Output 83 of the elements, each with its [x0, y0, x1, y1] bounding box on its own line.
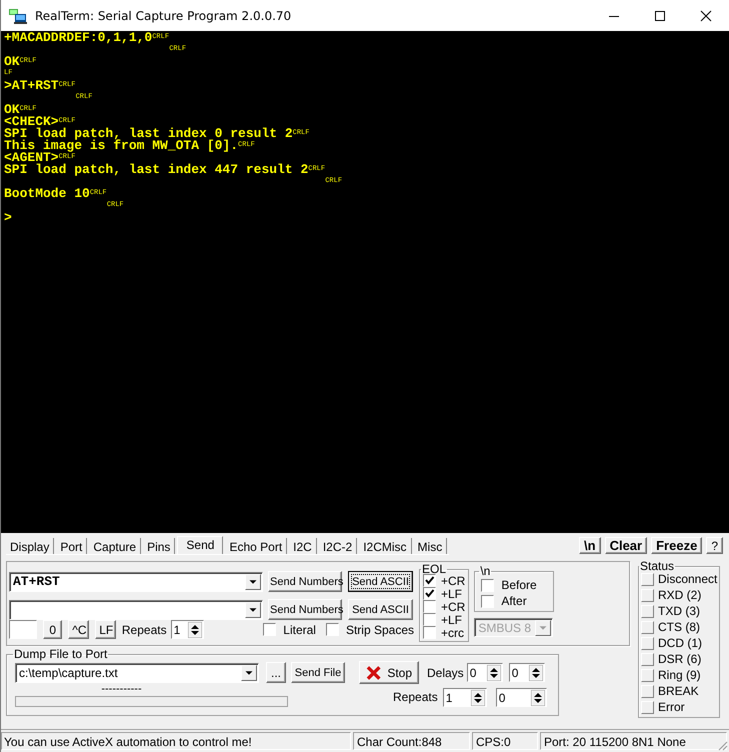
checkbox-label: After [501, 594, 527, 608]
key-button[interactable]: ^C [68, 620, 90, 639]
checkbox[interactable] [326, 623, 339, 636]
status-label: DCD (1) [658, 636, 702, 650]
checkbox[interactable] [423, 626, 436, 639]
checkbox-label: Before [501, 578, 537, 592]
window-title: RealTerm: Serial Capture Program 2.0.0.70 [35, 8, 292, 22]
delays-label: Delays [427, 666, 464, 680]
terminal-line: OK [4, 104, 20, 116]
checkbox-label: +LF [441, 612, 462, 626]
status-text: You can use ActiveX automation to control me! [1, 732, 351, 750]
terminal-line: +MACADDRDEF:0,1,1,0 [4, 32, 152, 44]
browse-button[interactable]: ... [266, 662, 286, 683]
checkbox-label: +crc [441, 626, 464, 640]
checkbox[interactable] [263, 623, 276, 636]
send-file-button[interactable]: Send File [291, 662, 345, 683]
resize-grip-icon[interactable] [716, 739, 728, 751]
spinner-arrows-icon[interactable] [188, 622, 202, 638]
checkbox[interactable] [481, 594, 494, 608]
send-button[interactable]: Send ASCII [348, 571, 413, 592]
status-label: CTS (8) [658, 620, 700, 634]
cross-icon [366, 664, 382, 680]
spin-field[interactable]: 1 [442, 688, 487, 707]
toolbar-button[interactable]: \n [579, 537, 601, 554]
group-title: \n [479, 566, 492, 576]
terminal-line: OK [4, 56, 20, 68]
send-text-field[interactable]: AT+RST [9, 572, 263, 592]
checkbox[interactable] [423, 613, 436, 626]
spin-field[interactable]: 1 [170, 620, 204, 639]
terminal-line: > [4, 212, 12, 224]
status-label: Ring (9) [658, 668, 701, 682]
stop-button[interactable]: Stop [359, 661, 419, 684]
terminal-line: BootMode 10 [4, 188, 90, 200]
terminal-line: <AGENT> [4, 152, 59, 164]
file-path-field[interactable]: c:\temp\capture.txt [15, 662, 259, 682]
maximize-icon[interactable] [654, 10, 666, 22]
checkbox-label: Strip Spaces [346, 622, 414, 636]
key-button[interactable]: LF [95, 620, 116, 639]
progress-text: ----------- [101, 684, 142, 694]
close-icon[interactable] [700, 10, 712, 22]
status-text: CPS:0 [472, 732, 538, 750]
toolbar-button[interactable]: Clear [604, 537, 648, 554]
spinner-arrows-icon[interactable] [530, 690, 545, 706]
checkbox-label: +CR [441, 574, 466, 588]
group-title: Dump File to Port [13, 649, 108, 659]
spin-field[interactable]: 0 [466, 663, 503, 682]
spinner-arrows-icon[interactable] [470, 690, 485, 706]
checkbox[interactable] [423, 600, 436, 613]
tab[interactable]: Send [177, 536, 224, 554]
toolbar-button[interactable]: Freeze [651, 537, 702, 554]
group-title: EOL [421, 564, 448, 574]
status-label: TXD (3) [658, 604, 700, 618]
status-text: Char Count:848 [353, 732, 470, 750]
spin-field[interactable]: 0 [496, 688, 547, 707]
status-label: RXD (2) [658, 588, 702, 602]
status-label: Error [658, 700, 685, 714]
checkbox-label: +CR [441, 600, 466, 614]
status-label: BREAK [658, 684, 699, 698]
terminal-line: SPI load patch, last index 0 result 2 [4, 128, 293, 140]
checkbox[interactable] [481, 578, 494, 592]
spin-field[interactable]: 0 [508, 663, 545, 682]
key-button[interactable]: 0 [43, 620, 62, 639]
input-field[interactable] [9, 620, 38, 639]
status-text: Port: 20 115200 8N1 None [540, 732, 727, 750]
checkbox[interactable] [423, 574, 436, 587]
terminal-line: <CHECK> [4, 116, 59, 128]
send-text-field[interactable] [9, 600, 263, 620]
spinner-arrows-icon[interactable] [486, 664, 501, 680]
terminal-line: >AT+RST [4, 80, 59, 92]
checkbox-label: Literal [283, 622, 316, 636]
group-title: Status [639, 561, 676, 571]
repeats-label: Repeats [393, 690, 438, 704]
spinner-arrows-icon[interactable] [528, 664, 543, 680]
checkbox-label: +LF [441, 586, 462, 600]
app-icon [9, 8, 27, 24]
terminal-line: This image is from MW_OTA [0]. [4, 140, 238, 152]
send-button[interactable]: Send ASCII [348, 599, 413, 620]
toolbar-button[interactable]: ? [706, 537, 723, 554]
terminal-line: SPI load patch, last index 447 result 2 [4, 164, 308, 176]
checkbox[interactable] [423, 587, 436, 600]
status-label: DSR (6) [658, 652, 702, 666]
repeats-label: Repeats [122, 622, 167, 636]
status-label: Disconnect [658, 572, 718, 586]
